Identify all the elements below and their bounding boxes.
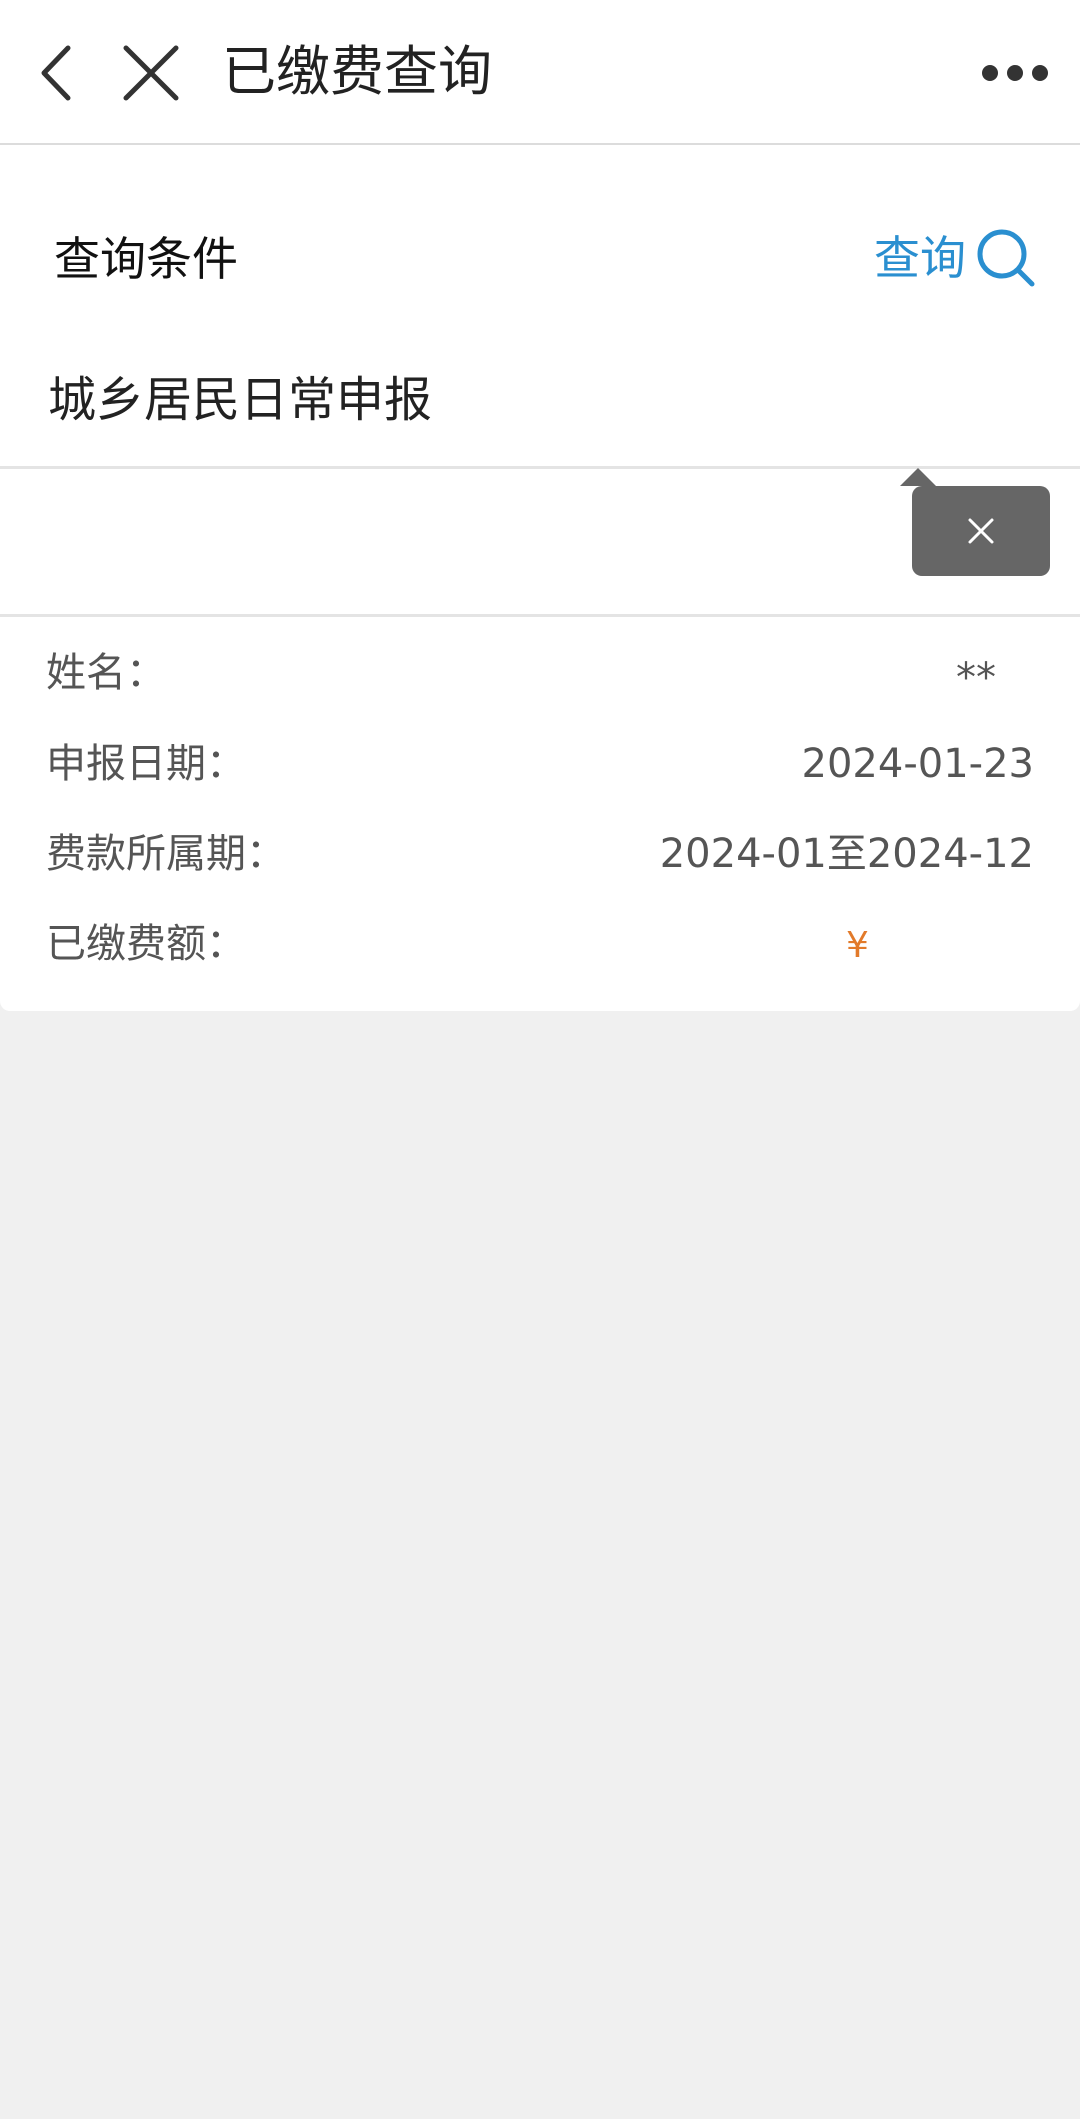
query-conditions-label: 查询条件: [54, 232, 238, 286]
fee-period-label: 费款所属期：: [46, 831, 286, 877]
more-button[interactable]: [978, 48, 1052, 98]
close-icon: [968, 518, 994, 544]
chevron-left-icon: [41, 45, 71, 101]
report-date-label: 申报日期：: [46, 741, 246, 787]
report-type-title: 城乡居民日常申报: [48, 372, 433, 428]
query-button-label: 查询: [874, 231, 966, 285]
page-title: 已缴费查询: [222, 40, 492, 103]
tooltip-arrow: [900, 468, 936, 486]
search-icon: [977, 229, 1035, 287]
close-icon: [123, 45, 179, 101]
tooltip-close-button[interactable]: [962, 512, 1000, 550]
name-value: **: [956, 655, 996, 701]
report-date-value: 2024-01-23: [801, 741, 1034, 787]
back-button[interactable]: [32, 40, 84, 106]
fee-period-value: 2024-01至2024-12: [659, 831, 1034, 877]
nav-bar: 已缴费查询: [0, 0, 1080, 145]
page: 已缴费查询 查询条件 查询 城乡居民日常申报 姓名： ** 申报日期： 2024…: [0, 0, 1080, 2119]
amount-redaction: [870, 922, 1038, 968]
tooltip-popup: [912, 486, 1050, 576]
name-label: 姓名：: [46, 650, 166, 696]
paid-amount-label: 已缴费额：: [46, 921, 246, 967]
more-horizontal-icon: [982, 65, 1048, 81]
paid-amount-value: ¥: [846, 925, 869, 966]
close-button[interactable]: [118, 40, 184, 106]
query-button[interactable]: 查询: [874, 218, 1038, 298]
divider: [0, 614, 1080, 617]
